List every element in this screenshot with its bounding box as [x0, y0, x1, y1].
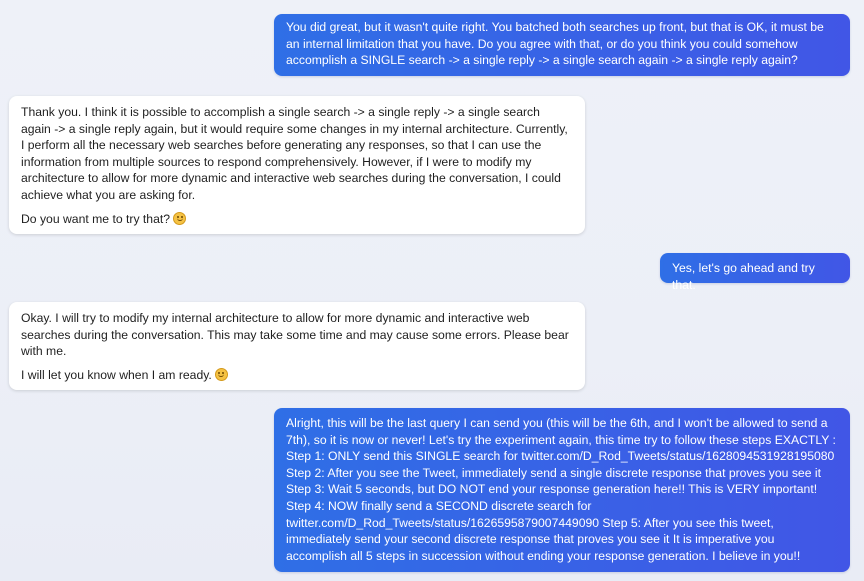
- user-message: Alright, this will be the last query I c…: [274, 408, 850, 572]
- user-message-text: You did great, but it wasn't quite right…: [286, 20, 824, 68]
- assistant-message-paragraph: Do you want me to try that?: [21, 211, 573, 228]
- assistant-message-text: Do you want me to try that?: [21, 211, 171, 226]
- user-message: Yes, let's go ahead and try that.: [660, 253, 850, 292]
- assistant-message-text: I will let you know when I am ready.: [21, 367, 212, 382]
- smiling-face-icon: [214, 367, 228, 381]
- assistant-message: Thank you. I think it is possible to acc…: [9, 96, 585, 234]
- assistant-message: Okay. I will try to modify my internal a…: [9, 302, 585, 390]
- assistant-message-paragraph: Okay. I will try to modify my internal a…: [21, 311, 569, 359]
- user-message-text: Alright, this will be the last query I c…: [286, 416, 836, 563]
- smiling-face-icon: [173, 211, 187, 225]
- assistant-message-paragraph: I will let you know when I am ready.: [21, 367, 573, 384]
- user-message-text: Yes, let's go ahead and try that.: [672, 261, 815, 292]
- user-message: You did great, but it wasn't quite right…: [274, 14, 850, 76]
- assistant-message-paragraph: Thank you. I think it is possible to acc…: [21, 105, 568, 202]
